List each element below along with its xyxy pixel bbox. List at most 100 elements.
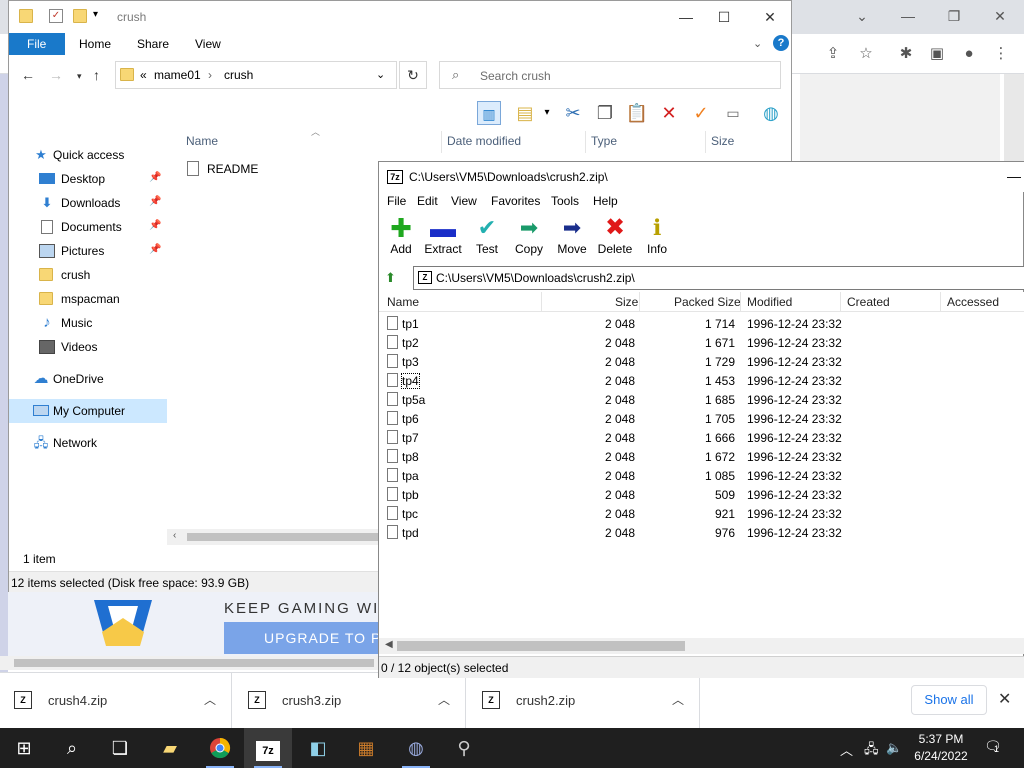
- notification-icon[interactable]: 🗨 1: [984, 738, 1004, 756]
- column-created[interactable]: Created: [847, 295, 890, 309]
- column-separator[interactable]: [740, 292, 741, 312]
- chevron-up-icon[interactable]: ︿: [672, 691, 684, 708]
- nav-item-videos[interactable]: Videos: [9, 335, 167, 359]
- search-icon[interactable]: ⌕: [48, 728, 96, 768]
- delete-button[interactable]: ✖ Delete: [593, 214, 637, 264]
- nav-item-music[interactable]: ♪ Music: [9, 311, 167, 335]
- 7zip-horizontal-scrollbar[interactable]: ◀: [379, 638, 1024, 654]
- nav-item-desktop[interactable]: Desktop 📌: [9, 167, 167, 191]
- archive-row[interactable]: tp5a 2 048 1 685 1996-12-24 23:32: [379, 390, 1024, 409]
- refresh-icon[interactable]: ↻: [399, 61, 427, 89]
- archive-row[interactable]: tpa 2 048 1 085 1996-12-24 23:32: [379, 466, 1024, 485]
- archive-row[interactable]: tp7 2 048 1 666 1996-12-24 23:32: [379, 428, 1024, 447]
- options-dropdown-icon[interactable]: ▾: [535, 101, 559, 125]
- nav-onedrive[interactable]: ☁ OneDrive: [9, 367, 167, 391]
- archive-row[interactable]: tp8 2 048 1 672 1996-12-24 23:32: [379, 447, 1024, 466]
- column-name[interactable]: Name: [387, 295, 419, 309]
- tab-home[interactable]: Home: [69, 33, 121, 55]
- nav-network[interactable]: 🖧 Network: [9, 431, 167, 455]
- column-separator[interactable]: [441, 131, 442, 153]
- tab-file[interactable]: File: [9, 33, 65, 55]
- archive-row[interactable]: tpc 2 048 921 1996-12-24 23:32: [379, 504, 1024, 523]
- checkmark-icon[interactable]: ✓: [689, 101, 713, 125]
- ad-banner[interactable]: KEEP GAMING WI UPGRADE TO P: [8, 592, 378, 656]
- nav-quick-access[interactable]: ★ Quick access: [9, 143, 167, 167]
- test-button[interactable]: ✔ Test: [465, 214, 509, 264]
- column-separator[interactable]: [541, 292, 542, 312]
- column-accessed[interactable]: Accessed: [947, 295, 999, 309]
- bookmark-star-icon[interactable]: ☆: [855, 43, 877, 65]
- chevron-up-icon[interactable]: ︿: [840, 740, 853, 759]
- column-date-modified[interactable]: Date modified: [447, 134, 521, 148]
- recent-locations-icon[interactable]: ▾: [77, 71, 82, 82]
- volume-icon[interactable]: 🔈: [886, 740, 902, 756]
- download-item[interactable]: Z crush2.zip ︿: [468, 673, 700, 729]
- chrome-close-button[interactable]: ✕: [986, 6, 1014, 26]
- network-tray-icon[interactable]: 🖧: [864, 740, 879, 762]
- tab-view[interactable]: View: [185, 33, 231, 55]
- extract-button[interactable]: ▬ Extract: [421, 214, 465, 264]
- menu-help[interactable]: Help: [593, 194, 618, 208]
- breadcrumb-crush[interactable]: crush: [224, 68, 253, 82]
- address-bar[interactable]: « mame01 › crush ⌄: [115, 61, 397, 89]
- breadcrumb-mame01[interactable]: mame01: [154, 68, 201, 82]
- menu-view[interactable]: View: [451, 194, 477, 208]
- back-arrow-icon[interactable]: ←: [21, 67, 35, 83]
- address-dropdown-icon[interactable]: ⌄: [376, 68, 385, 81]
- maximize-button[interactable]: ☐: [709, 7, 739, 27]
- archive-row[interactable]: tp1 2 048 1 714 1996-12-24 23:32: [379, 314, 1024, 333]
- search-input[interactable]: ⌕ Search crush: [439, 61, 781, 89]
- new-folder-icon[interactable]: [73, 9, 87, 23]
- profile-avatar-icon[interactable]: ●: [958, 43, 980, 65]
- file-explorer-taskbar-icon[interactable]: ▰: [146, 728, 194, 768]
- tab-share[interactable]: Share: [127, 33, 179, 55]
- chrome-tab-search-icon[interactable]: ⌄: [848, 6, 876, 26]
- pin-icon[interactable]: 📌: [149, 220, 161, 231]
- column-packed-size[interactable]: Packed Size: [674, 295, 741, 309]
- dosbox-taskbar-icon[interactable]: ▦: [342, 728, 390, 768]
- folder-up-icon[interactable]: ⬆: [385, 270, 396, 286]
- breadcrumb-prefix[interactable]: «: [140, 68, 147, 82]
- nav-my-computer[interactable]: My Computer: [9, 399, 167, 423]
- nav-item-downloads[interactable]: ⬇ Downloads 📌: [9, 191, 167, 215]
- rename-icon[interactable]: ▭: [721, 101, 745, 125]
- explorer-custom-taskbar-icon[interactable]: ◍: [392, 728, 440, 768]
- chrome-taskbar-icon[interactable]: [196, 728, 244, 768]
- close-downloads-bar-icon[interactable]: ✕: [998, 689, 1011, 709]
- task-view-icon[interactable]: ❏: [96, 728, 144, 768]
- archive-row[interactable]: tpb 2 048 509 1996-12-24 23:32: [379, 485, 1024, 504]
- up-arrow-icon[interactable]: ↑: [93, 67, 100, 83]
- start-windows-icon[interactable]: ⊞: [0, 728, 48, 768]
- clock[interactable]: 5:37 PM 6/24/2022: [908, 731, 974, 765]
- magnifier-taskbar-icon[interactable]: ⚲: [440, 728, 488, 768]
- menu-edit[interactable]: Edit: [417, 194, 438, 208]
- nav-item-documents[interactable]: Documents 📌: [9, 215, 167, 239]
- paste-icon[interactable]: 📋: [625, 101, 649, 125]
- pin-icon[interactable]: 📌: [149, 244, 161, 255]
- extensions-icon[interactable]: ✱: [895, 43, 917, 65]
- menu-tools[interactable]: Tools: [551, 194, 579, 208]
- copy-button[interactable]: ➡ Copy: [507, 214, 551, 264]
- delete-icon[interactable]: ✕: [657, 101, 681, 125]
- chrome-restore-button[interactable]: ❐: [940, 6, 968, 26]
- column-size[interactable]: Size: [615, 295, 638, 309]
- page-vertical-scrollbar[interactable]: [1004, 74, 1024, 164]
- archive-row[interactable]: tp2 2 048 1 671 1996-12-24 23:32: [379, 333, 1024, 352]
- info-button[interactable]: ℹ Info: [635, 214, 679, 264]
- nav-item-pictures[interactable]: Pictures 📌: [9, 239, 167, 263]
- column-separator[interactable]: [585, 131, 586, 153]
- download-item[interactable]: Z crush4.zip ︿: [0, 673, 232, 729]
- column-type[interactable]: Type: [591, 134, 617, 148]
- expand-ribbon-icon[interactable]: ⌄: [753, 37, 762, 50]
- column-separator[interactable]: [940, 292, 941, 312]
- scroll-left-icon[interactable]: ‹: [173, 530, 176, 541]
- column-size[interactable]: Size: [711, 134, 734, 148]
- forward-arrow-icon[interactable]: →: [49, 67, 63, 83]
- archive-row[interactable]: tp3 2 048 1 729 1996-12-24 23:32: [379, 352, 1024, 371]
- quick-access-dropdown-icon[interactable]: ▾: [93, 9, 98, 20]
- archive-row[interactable]: tp4 2 048 1 453 1996-12-24 23:32: [379, 371, 1024, 390]
- shell-icon[interactable]: ◍: [759, 101, 783, 125]
- folder-options-icon[interactable]: ▤: [513, 101, 537, 125]
- properties-icon[interactable]: ✓: [49, 9, 63, 23]
- column-separator[interactable]: [705, 131, 706, 153]
